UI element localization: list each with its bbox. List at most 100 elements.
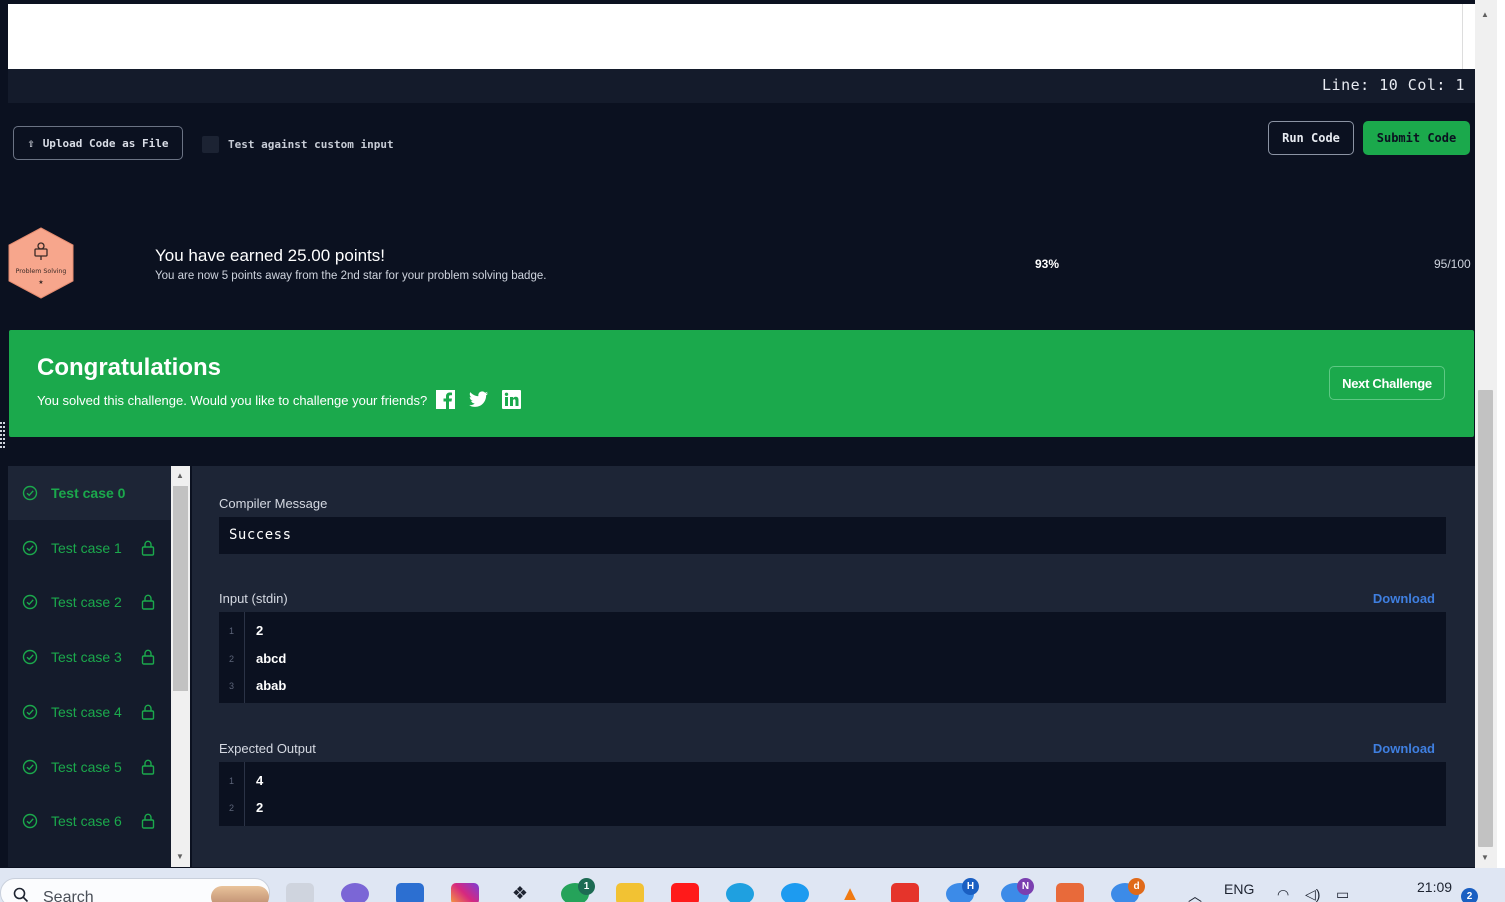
line-number: 2 [229,803,235,813]
volume-icon[interactable]: ◁) [1305,886,1320,902]
expected-output-label: Expected Output [219,741,316,756]
language-indicator[interactable]: ENG [1224,881,1254,897]
test-case-scrollbar[interactable]: ▲ ▼ [171,466,190,867]
page-scroll-up-icon[interactable]: ▲ [1481,10,1489,19]
test-case-label: Test case 1 [51,540,122,556]
output-line: 4 [256,773,264,788]
check-circle-icon [22,594,38,610]
custom-input-label[interactable]: Test against custom input [228,138,394,151]
page-scroll-down-icon[interactable]: ▼ [1481,853,1489,862]
points-earned-subtitle: You are now 5 points away from the 2nd s… [155,270,547,282]
test-case-item[interactable]: Test case 0 [8,466,171,520]
upload-code-button[interactable]: ⇧ Upload Code as File [13,126,183,160]
output-line: 2 [256,800,264,815]
line-number: 2 [229,654,235,664]
check-circle-icon [22,649,38,665]
compiler-message-label: Compiler Message [219,496,328,511]
congratulations-banner: Congratulations You solved this challeng… [9,330,1474,437]
test-case-item[interactable]: Test case 3 [8,630,171,684]
notification-count[interactable]: 2 [1461,888,1478,902]
input-code-box: 1 2 2 abcd 3 abab [219,612,1446,703]
badge-hexagon-icon: Problem Solving ★ [8,227,74,299]
lock-icon [141,649,155,665]
line-number: 1 [229,776,235,786]
instagram-icon[interactable] [451,883,479,902]
check-circle-icon [22,813,38,829]
snipping-tool-icon[interactable] [1056,883,1084,902]
output-download-link[interactable]: Download [1373,741,1435,756]
page-scrollbar-thumb[interactable] [1478,390,1493,847]
test-case-label: Test case 5 [51,759,122,775]
check-circle-icon [22,485,38,501]
lock-icon [141,759,155,775]
input-download-link[interactable]: Download [1373,591,1435,606]
check-circle-icon [22,704,38,720]
edge-icon[interactable] [726,883,754,902]
next-challenge-button[interactable]: Next Challenge [1329,366,1445,400]
input-line: abab [256,678,287,693]
points-earned-title: You have earned 25.00 points! [155,246,386,265]
lock-icon [141,813,155,829]
page-scrollbar[interactable]: ▲ ▼ [1475,0,1497,868]
congratulations-message: You solved this challenge. Would you lik… [37,393,428,408]
dropbox-icon[interactable]: ❖ [506,883,534,902]
search-placeholder: Search [43,889,94,902]
editor-status-bar: Line: 10 Col: 1 [8,69,1475,103]
check-circle-icon [22,759,38,775]
output-code-box: 1 4 2 2 [219,762,1446,826]
store-icon[interactable] [396,883,424,902]
test-case-label: Test case 0 [51,485,126,501]
test-case-item[interactable]: Test case 6 [8,794,171,848]
chrome-profile-n-badge: N [1017,878,1034,895]
upload-code-label: Upload Code as File [42,136,169,150]
congratulations-title: Congratulations [37,354,221,381]
scrollbar-thumb[interactable] [173,486,188,691]
youtube-icon[interactable] [671,883,699,902]
resize-handle-icon[interactable] [0,422,6,450]
task-view-icon[interactable] [286,883,314,902]
badge-star: ★ [38,279,43,286]
input-label: Input (stdin) [219,591,288,606]
badge-name: Problem Solving [16,268,67,275]
cursor-position: Line: 10 Col: 1 [1322,76,1465,94]
vlc-icon[interactable]: ▲ [836,883,864,902]
upload-icon: ⇧ [27,136,35,150]
test-case-label: Test case 2 [51,594,122,610]
code-editor-area[interactable] [8,4,1463,69]
input-line: abcd [256,651,287,666]
teams-icon[interactable] [341,883,369,902]
battery-icon[interactable]: ▭ [1336,886,1349,902]
taskbar-search[interactable]: Search [0,878,270,902]
twitter-app-icon[interactable] [781,883,809,902]
wps-office-icon[interactable] [891,883,919,902]
run-code-button[interactable]: Run Code [1268,121,1354,155]
test-case-item[interactable]: Test case 1 [8,521,171,575]
taskbar: Search ❖ 1 ▲ H N d ︿ ENG ◠ ◁) ▭ 21:09 2 [0,868,1505,902]
linkedin-icon[interactable] [502,390,521,409]
test-case-label: Test case 6 [51,813,122,829]
test-result-panel: Compiler Message Success Input (stdin) D… [192,466,1475,867]
test-case-item[interactable]: Test case 2 [8,575,171,629]
line-number: 3 [229,681,235,691]
line-number-gutter [219,762,245,826]
twitter-icon[interactable] [469,390,488,409]
editor-scrollbar[interactable] [1462,4,1476,69]
search-highlight-image [211,886,269,902]
chrome-profile-d-badge: d [1128,878,1145,895]
window-edge [1497,0,1505,868]
test-case-list: Test case 0 Test case 1 Test case 2 Test… [8,466,171,867]
custom-input-checkbox[interactable] [202,136,219,153]
facebook-icon[interactable] [436,390,455,409]
show-hidden-icons-icon[interactable]: ︿ [1188,886,1202,902]
clock-time[interactable]: 21:09 [1417,879,1452,895]
test-case-item[interactable]: Test case 4 [8,685,171,739]
scroll-up-arrow-icon[interactable]: ▲ [176,471,184,480]
file-explorer-icon[interactable] [616,883,644,902]
submit-code-button[interactable]: Submit Code [1363,121,1470,155]
progress-percent: 93% [1035,257,1060,271]
test-case-label: Test case 3 [51,649,122,665]
wifi-icon[interactable]: ◠ [1277,886,1289,902]
scroll-down-arrow-icon[interactable]: ▼ [176,852,184,861]
test-case-item[interactable]: Test case 5 [8,740,171,794]
compiler-message-box: Success [219,517,1446,554]
